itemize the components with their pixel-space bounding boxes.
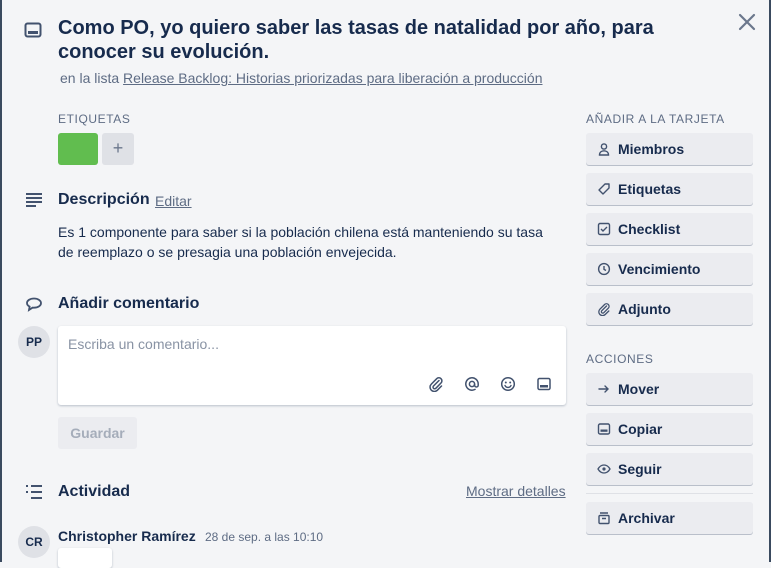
follow-button[interactable]: Seguir — [586, 453, 753, 485]
comment-icon — [25, 296, 43, 312]
list-name-link[interactable]: Release Backlog: Historias priorizadas p… — [123, 70, 542, 86]
at-sign-icon[interactable] — [464, 376, 480, 392]
close-icon — [738, 13, 756, 31]
comment-box — [58, 326, 566, 405]
copy-label: Copiar — [618, 421, 663, 437]
checklist-button[interactable]: Checklist — [586, 213, 753, 245]
description-icon — [25, 192, 43, 208]
emoji-icon[interactable] — [500, 376, 516, 392]
members-label: Miembros — [618, 141, 685, 157]
checklist-label: Checklist — [618, 221, 681, 237]
members-button[interactable]: Miembros — [586, 133, 753, 165]
checklist-icon — [597, 222, 611, 236]
comment-input[interactable] — [68, 336, 548, 366]
labels-heading: ETIQUETAS — [58, 112, 131, 126]
card-icon — [597, 422, 611, 436]
attachment-label: Adjunto — [618, 301, 671, 317]
move-button[interactable]: Mover — [586, 373, 753, 405]
comment-heading: Añadir comentario — [58, 295, 200, 312]
paperclip-icon[interactable] — [428, 376, 444, 393]
tag-icon — [597, 182, 611, 196]
card-icon — [24, 22, 42, 38]
archive-button[interactable]: Archivar — [586, 502, 753, 534]
activity-timestamp[interactable]: 28 de sep. a las 10:10 — [205, 530, 323, 544]
window-edge-left — [0, 0, 2, 562]
archive-label: Archivar — [618, 510, 675, 526]
close-button[interactable] — [736, 11, 758, 33]
add-to-card-heading: AÑADIR A LA TARJETA — [586, 112, 725, 126]
due-date-label: Vencimiento — [618, 261, 701, 277]
activity-author[interactable]: Christopher Ramírez — [58, 528, 196, 544]
actions-heading: ACCIONES — [586, 352, 654, 366]
card-title[interactable]: Como PO, yo quiero saber las tasas de na… — [58, 16, 698, 64]
in-list-prefix: en la lista — [60, 70, 120, 86]
due-date-button[interactable]: Vencimiento — [586, 253, 753, 285]
sidebar-divider — [586, 493, 753, 494]
clock-icon — [597, 262, 611, 276]
avatar[interactable]: CR — [18, 526, 50, 558]
activity-heading: Actividad — [58, 483, 131, 500]
add-label-button[interactable]: + — [102, 133, 134, 165]
archive-icon — [597, 511, 611, 525]
move-label: Mover — [618, 381, 660, 397]
attachment-button[interactable]: Adjunto — [586, 293, 753, 325]
label-chip-green[interactable] — [58, 133, 98, 165]
person-icon — [597, 142, 611, 156]
arrow-right-icon — [597, 382, 611, 396]
eye-icon — [597, 462, 611, 476]
copy-button[interactable]: Copiar — [586, 413, 753, 445]
show-details-link[interactable]: Mostrar detalles — [466, 483, 566, 499]
activity-icon — [25, 484, 43, 500]
description-heading: Descripción — [58, 191, 150, 208]
card-icon[interactable] — [536, 376, 552, 392]
labels-button[interactable]: Etiquetas — [586, 173, 753, 205]
follow-label: Seguir — [618, 461, 662, 477]
paperclip-icon — [597, 302, 611, 317]
save-button[interactable]: Guardar — [58, 417, 137, 449]
description-text[interactable]: Es 1 componente para saber si la poblaci… — [58, 222, 558, 262]
edit-description-link[interactable]: Editar — [155, 193, 192, 209]
avatar[interactable]: PP — [18, 326, 50, 358]
list-breadcrumb: en la lista Release Backlog: Historias p… — [60, 70, 543, 86]
labels-label: Etiquetas — [618, 181, 682, 197]
activity-attachment-preview — [58, 548, 112, 568]
